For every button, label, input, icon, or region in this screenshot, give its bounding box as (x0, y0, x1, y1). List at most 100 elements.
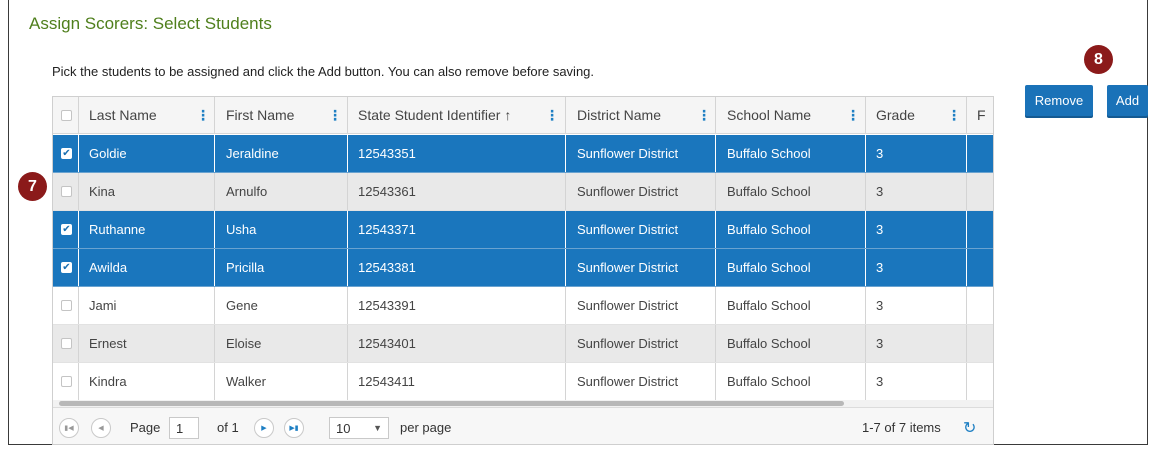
column-header-state-student-identifier[interactable]: State Student Identifier ↑ (358, 97, 538, 133)
state-id-cell: 12543401 (358, 336, 416, 351)
column-divider (347, 173, 348, 210)
row-select-cell[interactable]: ✔ (61, 211, 75, 248)
row-checkbox[interactable] (61, 376, 72, 387)
column-divider (78, 97, 79, 133)
row-select-cell[interactable] (61, 363, 75, 400)
column-menu-icon[interactable]: ⋮ (545, 97, 559, 133)
column-divider (715, 249, 716, 286)
column-divider (715, 135, 716, 172)
column-divider (966, 325, 967, 362)
column-menu-icon[interactable]: ⋮ (697, 97, 711, 133)
column-header-grade[interactable]: Grade (876, 97, 936, 133)
row-checkbox[interactable]: ✔ (61, 262, 72, 273)
district-cell: Sunflower District (577, 184, 679, 199)
column-divider (565, 325, 566, 362)
row-select-cell[interactable] (61, 173, 75, 210)
last-name-cell: Ruthanne (89, 222, 146, 237)
row-checkbox[interactable] (61, 300, 72, 311)
column-divider (347, 97, 348, 133)
column-divider (78, 135, 79, 172)
column-divider (347, 249, 348, 286)
column-menu-icon[interactable]: ⋮ (846, 97, 860, 133)
column-divider (966, 287, 967, 324)
grade-cell: 3 (876, 336, 884, 351)
column-divider (347, 325, 348, 362)
column-divider (966, 135, 967, 172)
table-row[interactable]: ✔ Awilda Pricilla 12543381 Sunflower Distric… (53, 249, 993, 287)
add-button[interactable]: Add (1107, 85, 1148, 116)
column-header-truncated[interactable]: F (977, 97, 993, 133)
row-select-cell[interactable]: ✔ (61, 249, 75, 286)
column-divider (865, 173, 866, 210)
column-divider (865, 287, 866, 324)
column-divider (865, 249, 866, 286)
row-checkbox[interactable]: ✔ (61, 148, 72, 159)
first-name-cell: Eloise (226, 336, 262, 351)
first-name-cell: Jeraldine (226, 146, 279, 161)
grade-cell: 3 (876, 184, 884, 199)
scrollbar-thumb[interactable] (59, 401, 844, 406)
column-header-school-name[interactable]: School Name (727, 97, 847, 133)
refresh-icon[interactable]: ↻ (963, 418, 976, 438)
instructions-text: Pick the students to be assigned and cli… (52, 64, 595, 79)
row-select-cell[interactable] (61, 287, 75, 324)
page-label: Page (130, 420, 161, 435)
select-all-cell[interactable] (61, 97, 75, 133)
district-cell: Sunflower District (577, 336, 679, 351)
prev-page-icon[interactable]: ◀ (91, 418, 111, 438)
column-menu-icon[interactable]: ⋮ (328, 97, 342, 133)
last-page-icon[interactable]: ▶▮ (284, 418, 304, 438)
students-grid: Last Name ⋮ First Name ⋮ State Student I… (52, 96, 994, 445)
column-divider (78, 249, 79, 286)
column-divider (715, 211, 716, 248)
first-page-icon[interactable]: ▮◀ (59, 418, 79, 438)
state-id-cell: 12543371 (358, 222, 416, 237)
column-divider (565, 287, 566, 324)
row-select-cell[interactable] (61, 325, 75, 362)
column-divider (966, 363, 967, 400)
next-page-icon[interactable]: ▶ (254, 418, 274, 438)
step-badge-8: 8 (1084, 45, 1113, 74)
table-row[interactable]: Jami Gene 12543391 Sunflower District Buffal… (53, 287, 993, 325)
column-divider (565, 173, 566, 210)
per-page-label: per page (400, 420, 452, 435)
column-divider (865, 363, 866, 400)
remove-button[interactable]: Remove (1025, 85, 1093, 116)
table-row[interactable]: ✔ Goldie Jeraldine 12543351 Sunflower Distri… (53, 135, 993, 173)
table-row[interactable]: Kina Arnulfo 12543361 Sunflower District Buf… (53, 173, 993, 211)
column-divider (565, 363, 566, 400)
column-menu-icon[interactable]: ⋮ (196, 97, 210, 133)
row-checkbox[interactable] (61, 186, 72, 197)
column-divider (214, 249, 215, 286)
school-cell: Buffalo School (727, 184, 811, 199)
horizontal-scrollbar[interactable] (53, 400, 993, 407)
page-number-input[interactable]: 1 (169, 417, 199, 439)
table-row[interactable]: Ernest Eloise 12543401 Sunflower District Bu… (53, 325, 993, 363)
table-row[interactable]: Kindra Walker 12543411 Sunflower District Bu… (53, 363, 993, 401)
column-divider (865, 211, 866, 248)
per-page-value: 10 (336, 420, 351, 436)
items-count: 1-7 of 7 items (862, 420, 941, 435)
column-divider (865, 97, 866, 133)
per-page-select[interactable]: 10 ▼ (329, 417, 389, 439)
table-row[interactable]: ✔ Ruthanne Usha 12543371 Sunflower District B… (53, 211, 993, 249)
first-name-cell: Pricilla (226, 260, 265, 275)
district-cell: Sunflower District (577, 146, 679, 161)
column-divider (565, 211, 566, 248)
column-divider (565, 249, 566, 286)
column-header-district-name[interactable]: District Name (577, 97, 697, 133)
step-badge-7: 7 (18, 172, 47, 201)
column-header-first-name[interactable]: First Name (226, 97, 321, 133)
select-all-checkbox[interactable] (61, 109, 72, 121)
column-menu-icon[interactable]: ⋮ (947, 97, 961, 133)
row-select-cell[interactable]: ✔ (61, 135, 75, 172)
column-divider (347, 287, 348, 324)
column-header-last-name[interactable]: Last Name (89, 97, 189, 133)
column-divider (214, 135, 215, 172)
row-checkbox[interactable] (61, 338, 72, 349)
grade-cell: 3 (876, 374, 884, 389)
grade-cell: 3 (876, 298, 884, 313)
row-checkbox[interactable]: ✔ (61, 224, 72, 235)
school-cell: Buffalo School (727, 298, 811, 313)
column-divider (214, 97, 215, 133)
